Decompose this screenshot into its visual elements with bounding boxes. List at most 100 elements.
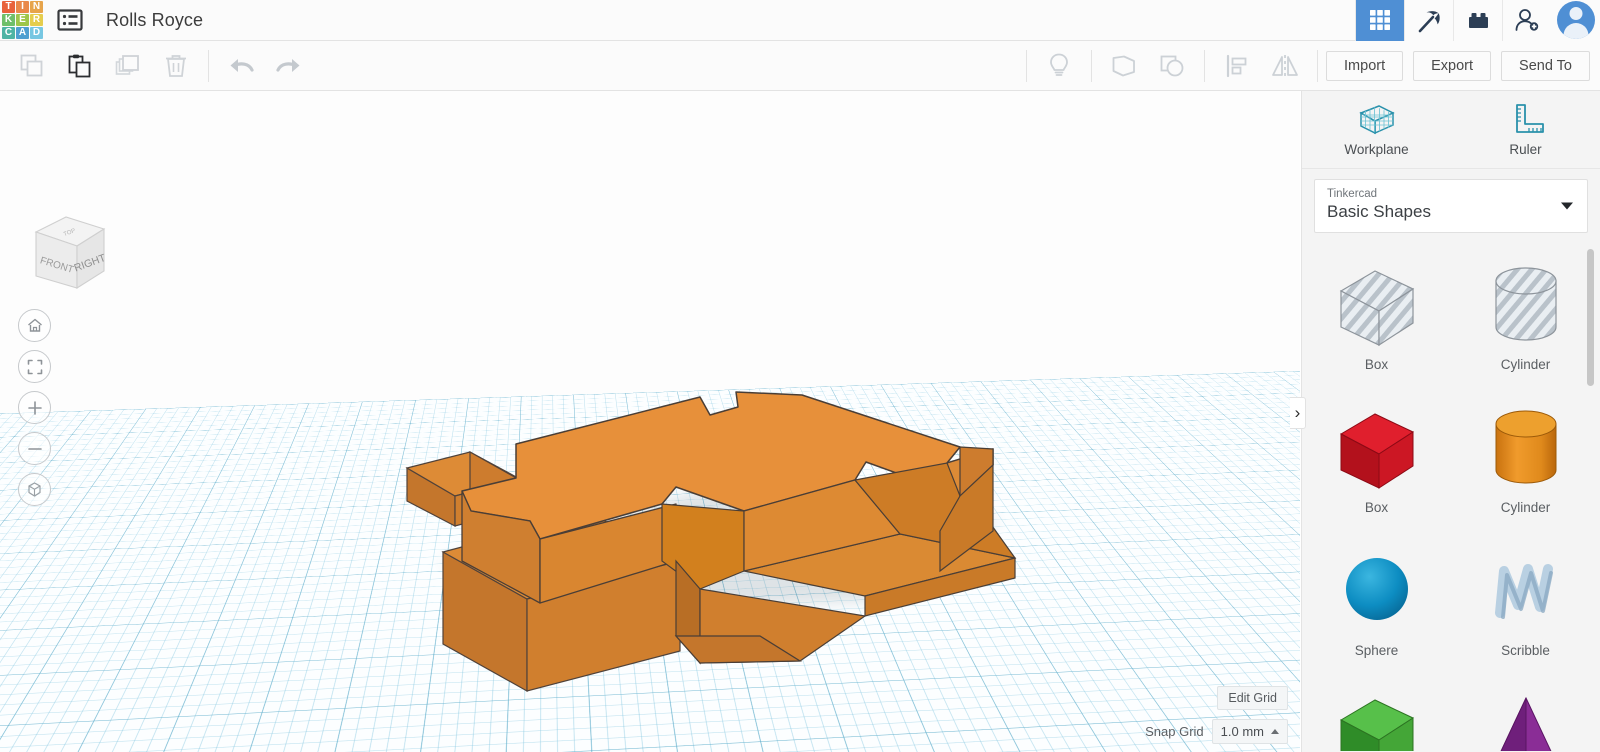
shape-cylinder-solid-art bbox=[1478, 402, 1574, 498]
shape-label: Box bbox=[1364, 500, 1389, 515]
import-button[interactable]: Import bbox=[1326, 50, 1404, 81]
chevron-down-icon bbox=[1561, 202, 1573, 210]
grid-view-icon[interactable] bbox=[1355, 0, 1404, 41]
zoom-out-button[interactable] bbox=[18, 432, 51, 465]
workplane-tool[interactable]: Workplane bbox=[1317, 102, 1437, 157]
shapes-scrollbar-thumb[interactable] bbox=[1587, 249, 1594, 386]
shape-box-hole[interactable]: Box bbox=[1302, 251, 1451, 388]
page-title: Rolls Royce bbox=[106, 9, 204, 30]
shapes-panel: Workplane Ruler Tinkercad Basic Shapes B… bbox=[1301, 91, 1600, 752]
avatar-image bbox=[1556, 1, 1595, 39]
cube-in-box-icon bbox=[28, 482, 41, 497]
home-view-button[interactable] bbox=[18, 309, 51, 342]
mirror-button[interactable] bbox=[1261, 41, 1309, 91]
send-to-button[interactable]: Send To bbox=[1501, 50, 1590, 81]
paste-button[interactable] bbox=[56, 41, 104, 91]
duplicate-button[interactable] bbox=[104, 41, 152, 91]
shape-cylinder-hole[interactable]: Cylinder bbox=[1451, 251, 1600, 388]
logo-letter: E bbox=[16, 13, 29, 27]
view-cube[interactable]: FRONT RIGHT TOP bbox=[14, 204, 112, 300]
logo-letter: T bbox=[2, 0, 15, 13]
snap-grid-label: Snap Grid bbox=[1145, 724, 1204, 739]
tinkercad-editor: T I N K E R C A D Rolls Royce Import Exp… bbox=[0, 0, 1600, 752]
snap-grid-value: 1.0 mm bbox=[1220, 724, 1264, 739]
redo-button[interactable] bbox=[265, 41, 313, 91]
logo-letter: A bbox=[16, 27, 29, 40]
library-dropdown-wrap: Tinkercad Basic Shapes bbox=[1302, 169, 1600, 241]
shape-scribble-art bbox=[1478, 545, 1574, 641]
library-category-label: Tinkercad bbox=[1327, 188, 1378, 200]
shape-label: Cylinder bbox=[1500, 357, 1551, 372]
model-rolls-royce[interactable] bbox=[0, 91, 1300, 752]
shapes-scrollbar-track[interactable] bbox=[1587, 247, 1594, 745]
undo-button[interactable] bbox=[217, 41, 265, 91]
edit-grid-button[interactable]: Edit Grid bbox=[1217, 686, 1288, 710]
shape-label: Scribble bbox=[1501, 643, 1550, 658]
workplane-tool-label: Workplane bbox=[1344, 142, 1409, 157]
delete-button[interactable] bbox=[152, 41, 200, 91]
ungroup-button[interactable] bbox=[1148, 41, 1196, 91]
home-icon bbox=[27, 318, 42, 332]
export-button[interactable]: Export bbox=[1413, 50, 1492, 81]
projection-toggle-button[interactable] bbox=[18, 473, 51, 506]
shape-label: Box bbox=[1364, 357, 1389, 372]
workplane-icon bbox=[1358, 105, 1395, 135]
list-panel-icon[interactable] bbox=[50, 0, 90, 41]
shape-sphere-art bbox=[1329, 545, 1425, 641]
toolbar-divider bbox=[1091, 49, 1093, 82]
logo-letter: R bbox=[30, 13, 43, 27]
shape-label: Cylinder bbox=[1500, 500, 1551, 515]
shapes-grid: Box Cylinder Box Cylinder Sphere Scribbl… bbox=[1302, 251, 1600, 751]
toolbar-divider bbox=[208, 49, 209, 82]
tinkercad-logo[interactable]: T I N K E R C A D bbox=[0, 0, 44, 41]
caret-up-icon bbox=[1271, 729, 1279, 734]
shape-box-green[interactable] bbox=[1302, 680, 1451, 751]
3d-viewport[interactable]: FRONT RIGHT TOP Edit Grid Snap Grid 1.0 … bbox=[0, 91, 1300, 752]
shape-cylinder-solid[interactable]: Cylinder bbox=[1451, 394, 1600, 531]
logo-letter: C bbox=[2, 27, 15, 40]
shape-box-solid-art bbox=[1329, 402, 1425, 498]
zoom-in-button[interactable] bbox=[18, 391, 51, 424]
top-bar: T I N K E R C A D Rolls Royce bbox=[0, 0, 1600, 41]
logo-letter: D bbox=[30, 27, 43, 40]
shape-cylinder-hole-art bbox=[1478, 259, 1574, 355]
panel-tools-row: Workplane Ruler bbox=[1302, 91, 1600, 169]
toolbar-divider bbox=[1026, 49, 1028, 82]
shape-label: Sphere bbox=[1354, 643, 1399, 658]
fit-brackets-icon bbox=[27, 359, 42, 374]
group-button[interactable] bbox=[1100, 41, 1148, 91]
ruler-tool[interactable]: Ruler bbox=[1466, 102, 1586, 157]
toolbar-divider bbox=[1317, 49, 1319, 82]
collapse-panel-chevron-icon[interactable]: › bbox=[1290, 397, 1306, 429]
logo-letter: K bbox=[2, 13, 15, 27]
shape-box-solid[interactable]: Box bbox=[1302, 394, 1451, 531]
copy-button[interactable] bbox=[8, 41, 56, 91]
shapes-scroll-area[interactable]: Box Cylinder Box Cylinder Sphere Scribbl… bbox=[1302, 241, 1600, 751]
minus-icon bbox=[27, 447, 42, 450]
shape-box-hole-art bbox=[1329, 259, 1425, 355]
shape-library-dropdown[interactable]: Tinkercad Basic Shapes bbox=[1314, 179, 1588, 233]
viewport-nav-controls bbox=[18, 309, 51, 514]
shape-sphere[interactable]: Sphere bbox=[1302, 537, 1451, 674]
pickaxe-icon[interactable] bbox=[1404, 0, 1453, 41]
add-user-icon[interactable] bbox=[1502, 0, 1551, 41]
ruler-icon bbox=[1515, 104, 1544, 133]
library-selected-value: Basic Shapes bbox=[1327, 202, 1431, 221]
ruler-tool-label: Ruler bbox=[1509, 142, 1542, 157]
edit-toolbar: Import Export Send To bbox=[0, 41, 1600, 91]
shape-cone-purple-art bbox=[1478, 688, 1574, 751]
align-button[interactable] bbox=[1213, 41, 1261, 91]
toolbar-divider bbox=[1204, 49, 1206, 82]
blocks-icon[interactable] bbox=[1453, 0, 1502, 41]
user-avatar[interactable] bbox=[1551, 0, 1600, 41]
plus-icon bbox=[27, 400, 42, 415]
fit-to-view-button[interactable] bbox=[18, 350, 51, 383]
shape-cone-purple[interactable] bbox=[1451, 680, 1600, 751]
logo-letter: I bbox=[16, 0, 29, 13]
top-bar-right-group bbox=[1355, 0, 1600, 41]
snap-grid-select[interactable]: 1.0 mm bbox=[1211, 719, 1288, 744]
shape-scribble[interactable]: Scribble bbox=[1451, 537, 1600, 674]
snap-grid-control: Snap Grid 1.0 mm bbox=[1145, 719, 1288, 744]
solid-hole-button[interactable] bbox=[1035, 41, 1083, 91]
logo-letter: N bbox=[30, 0, 43, 13]
